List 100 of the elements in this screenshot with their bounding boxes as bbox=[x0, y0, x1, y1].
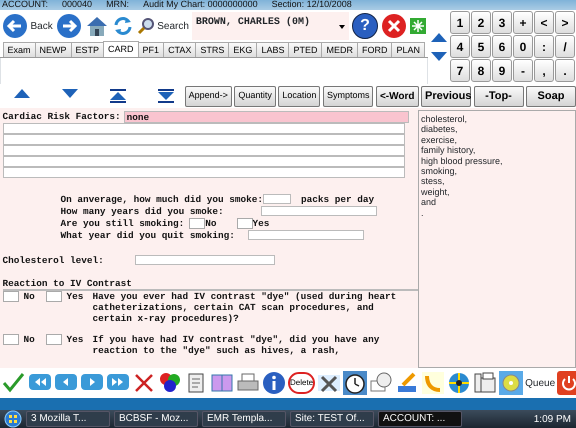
tab[interactable]: LABS bbox=[256, 42, 290, 57]
close-icon[interactable] bbox=[381, 13, 407, 39]
cholesterol-field[interactable] bbox=[134, 255, 275, 265]
pinwheel-icon[interactable] bbox=[447, 371, 472, 395]
taskbar-button[interactable]: BCBSF - Moz... bbox=[114, 411, 198, 427]
keypad-key[interactable]: + bbox=[513, 11, 533, 34]
colored-balls-icon[interactable] bbox=[158, 371, 182, 395]
option-label: No bbox=[24, 334, 36, 344]
start-orb-icon[interactable] bbox=[4, 410, 22, 428]
keypad-key[interactable]: 2 bbox=[471, 11, 491, 34]
home-icon[interactable] bbox=[84, 15, 109, 37]
check-icon[interactable] bbox=[2, 371, 26, 395]
action-button[interactable]: Quantity bbox=[234, 86, 276, 106]
asterisk-icon[interactable] bbox=[410, 18, 426, 34]
choice-item[interactable]: diabetes, bbox=[421, 124, 573, 135]
checkbox[interactable] bbox=[189, 218, 206, 228]
account-label: ACCOUNT: bbox=[2, 0, 48, 10]
tab[interactable]: FORD bbox=[356, 42, 392, 57]
up-triangle-icon[interactable] bbox=[431, 33, 447, 42]
delete-button[interactable]: Delete bbox=[288, 372, 316, 394]
patient-field[interactable]: BROWN, CHARLES (0M) bbox=[192, 12, 349, 40]
keypad-key[interactable]: / bbox=[555, 35, 575, 58]
dropdown-caret-icon[interactable] bbox=[339, 25, 345, 29]
tab[interactable]: CTAX bbox=[163, 42, 196, 57]
tab[interactable]: PTED bbox=[288, 42, 322, 57]
choice-item[interactable]: smoking, bbox=[421, 166, 573, 176]
keypad-key[interactable]: . bbox=[555, 59, 575, 82]
fax-icon[interactable] bbox=[473, 371, 498, 395]
keypad-key[interactable]: 0 bbox=[513, 35, 533, 58]
nav-button[interactable]: Previous bbox=[421, 86, 471, 106]
choice-item[interactable]: stess, bbox=[421, 176, 573, 187]
choice-item[interactable]: weight, bbox=[421, 186, 573, 198]
stopwatch-icon[interactable] bbox=[343, 371, 368, 395]
power-icon[interactable] bbox=[557, 371, 576, 395]
option-label: No bbox=[24, 290, 36, 302]
action-button[interactable]: Symptoms bbox=[322, 86, 374, 106]
taskbar-button[interactable]: EMR Templa... bbox=[202, 411, 286, 427]
option-label: Yes bbox=[66, 334, 84, 344]
action-button[interactable]: <-Word bbox=[376, 86, 418, 106]
packs-field[interactable] bbox=[263, 194, 292, 204]
nav-button[interactable]: Soap bbox=[526, 86, 576, 106]
choice-item[interactable]: high blood pressure, bbox=[421, 156, 573, 166]
choice-list[interactable]: cholesterol, diabetes, exercise, family history, high blood pressure, smoking, stess, weight, and . bbox=[418, 110, 576, 368]
clock: 1:09 PM bbox=[534, 412, 572, 426]
choice-item[interactable]: family history, bbox=[421, 145, 573, 156]
field-label: Cholesterol level: bbox=[2, 254, 104, 266]
years-field[interactable] bbox=[260, 206, 377, 216]
checkbox[interactable] bbox=[236, 218, 253, 228]
keypad-key[interactable]: , bbox=[534, 59, 554, 82]
action-button[interactable]: Location bbox=[278, 86, 320, 106]
keypad-key[interactable]: 9 bbox=[492, 59, 512, 82]
quit-year-field[interactable] bbox=[248, 230, 364, 240]
section-heading: Reaction to IV Contrast bbox=[2, 278, 133, 288]
checkbox[interactable] bbox=[2, 290, 18, 302]
taskbar-button[interactable]: 3 Mozilla T... bbox=[26, 411, 110, 427]
tab[interactable]: PF1 bbox=[138, 42, 164, 57]
checkbox[interactable] bbox=[46, 290, 62, 302]
help-button[interactable]: ? bbox=[352, 13, 378, 39]
unit-label: packs per day bbox=[301, 194, 374, 204]
choice-item[interactable]: and bbox=[421, 197, 573, 208]
question-label: Are you still smoking: bbox=[60, 218, 184, 228]
keypad-key[interactable]: > bbox=[555, 11, 575, 34]
search-button[interactable]: Search bbox=[136, 17, 189, 35]
tab[interactable]: STRS bbox=[195, 42, 230, 57]
back-button[interactable]: Back bbox=[2, 13, 53, 39]
tab[interactable]: MEDR bbox=[321, 42, 358, 57]
tab[interactable]: Exam bbox=[2, 42, 36, 57]
account-number: 000040 bbox=[62, 0, 92, 10]
jump-to-bottom-icon[interactable] bbox=[158, 89, 174, 103]
field-label: Cardiac Risk Factors: bbox=[2, 110, 121, 122]
down-triangle-icon[interactable] bbox=[431, 52, 447, 61]
taskbar-button[interactable]: ACCOUNT: ... bbox=[378, 411, 462, 427]
checkbox[interactable] bbox=[2, 334, 18, 344]
keypad-key[interactable]: < bbox=[534, 11, 554, 34]
keypad-key[interactable]: : bbox=[534, 35, 554, 58]
keypad-key[interactable]: 8 bbox=[471, 59, 491, 82]
keypad-key[interactable]: 1 bbox=[450, 11, 470, 34]
queue-button[interactable]: Queue bbox=[525, 376, 556, 390]
question-text: Have you ever had IV contrast "dye" (used during heart catheterizations, certain CAT scan procedures, and certain x-ray procedures)? bbox=[92, 290, 398, 324]
action-button[interactable]: Append-> bbox=[184, 86, 232, 106]
jump-to-top-icon[interactable] bbox=[110, 89, 126, 103]
tab[interactable]: PLAN bbox=[391, 42, 425, 57]
risk-factors-field[interactable]: none bbox=[124, 110, 409, 122]
keypad-key[interactable]: 3 bbox=[492, 11, 512, 34]
choice-item[interactable]: exercise, bbox=[421, 134, 573, 146]
tab[interactable]: ESTP bbox=[70, 42, 104, 57]
keypad-key[interactable]: 4 bbox=[450, 35, 470, 58]
checkbox[interactable] bbox=[46, 334, 62, 344]
keypad-key[interactable]: 7 bbox=[450, 59, 470, 82]
info-icon[interactable] bbox=[262, 371, 286, 395]
nav-button[interactable]: -Top- bbox=[474, 86, 524, 106]
keypad-key[interactable]: 6 bbox=[492, 35, 512, 58]
choice-item[interactable]: . bbox=[421, 208, 573, 218]
refresh-icon[interactable] bbox=[112, 15, 134, 37]
tab[interactable]: NEWP bbox=[34, 42, 72, 57]
keypad-key[interactable]: - bbox=[513, 59, 533, 82]
tab[interactable]: EKG bbox=[228, 42, 258, 57]
taskbar-button[interactable]: Site: TEST Of... bbox=[290, 411, 374, 427]
keypad-key[interactable]: 5 bbox=[471, 35, 491, 58]
choice-item[interactable]: cholesterol, bbox=[421, 114, 573, 124]
